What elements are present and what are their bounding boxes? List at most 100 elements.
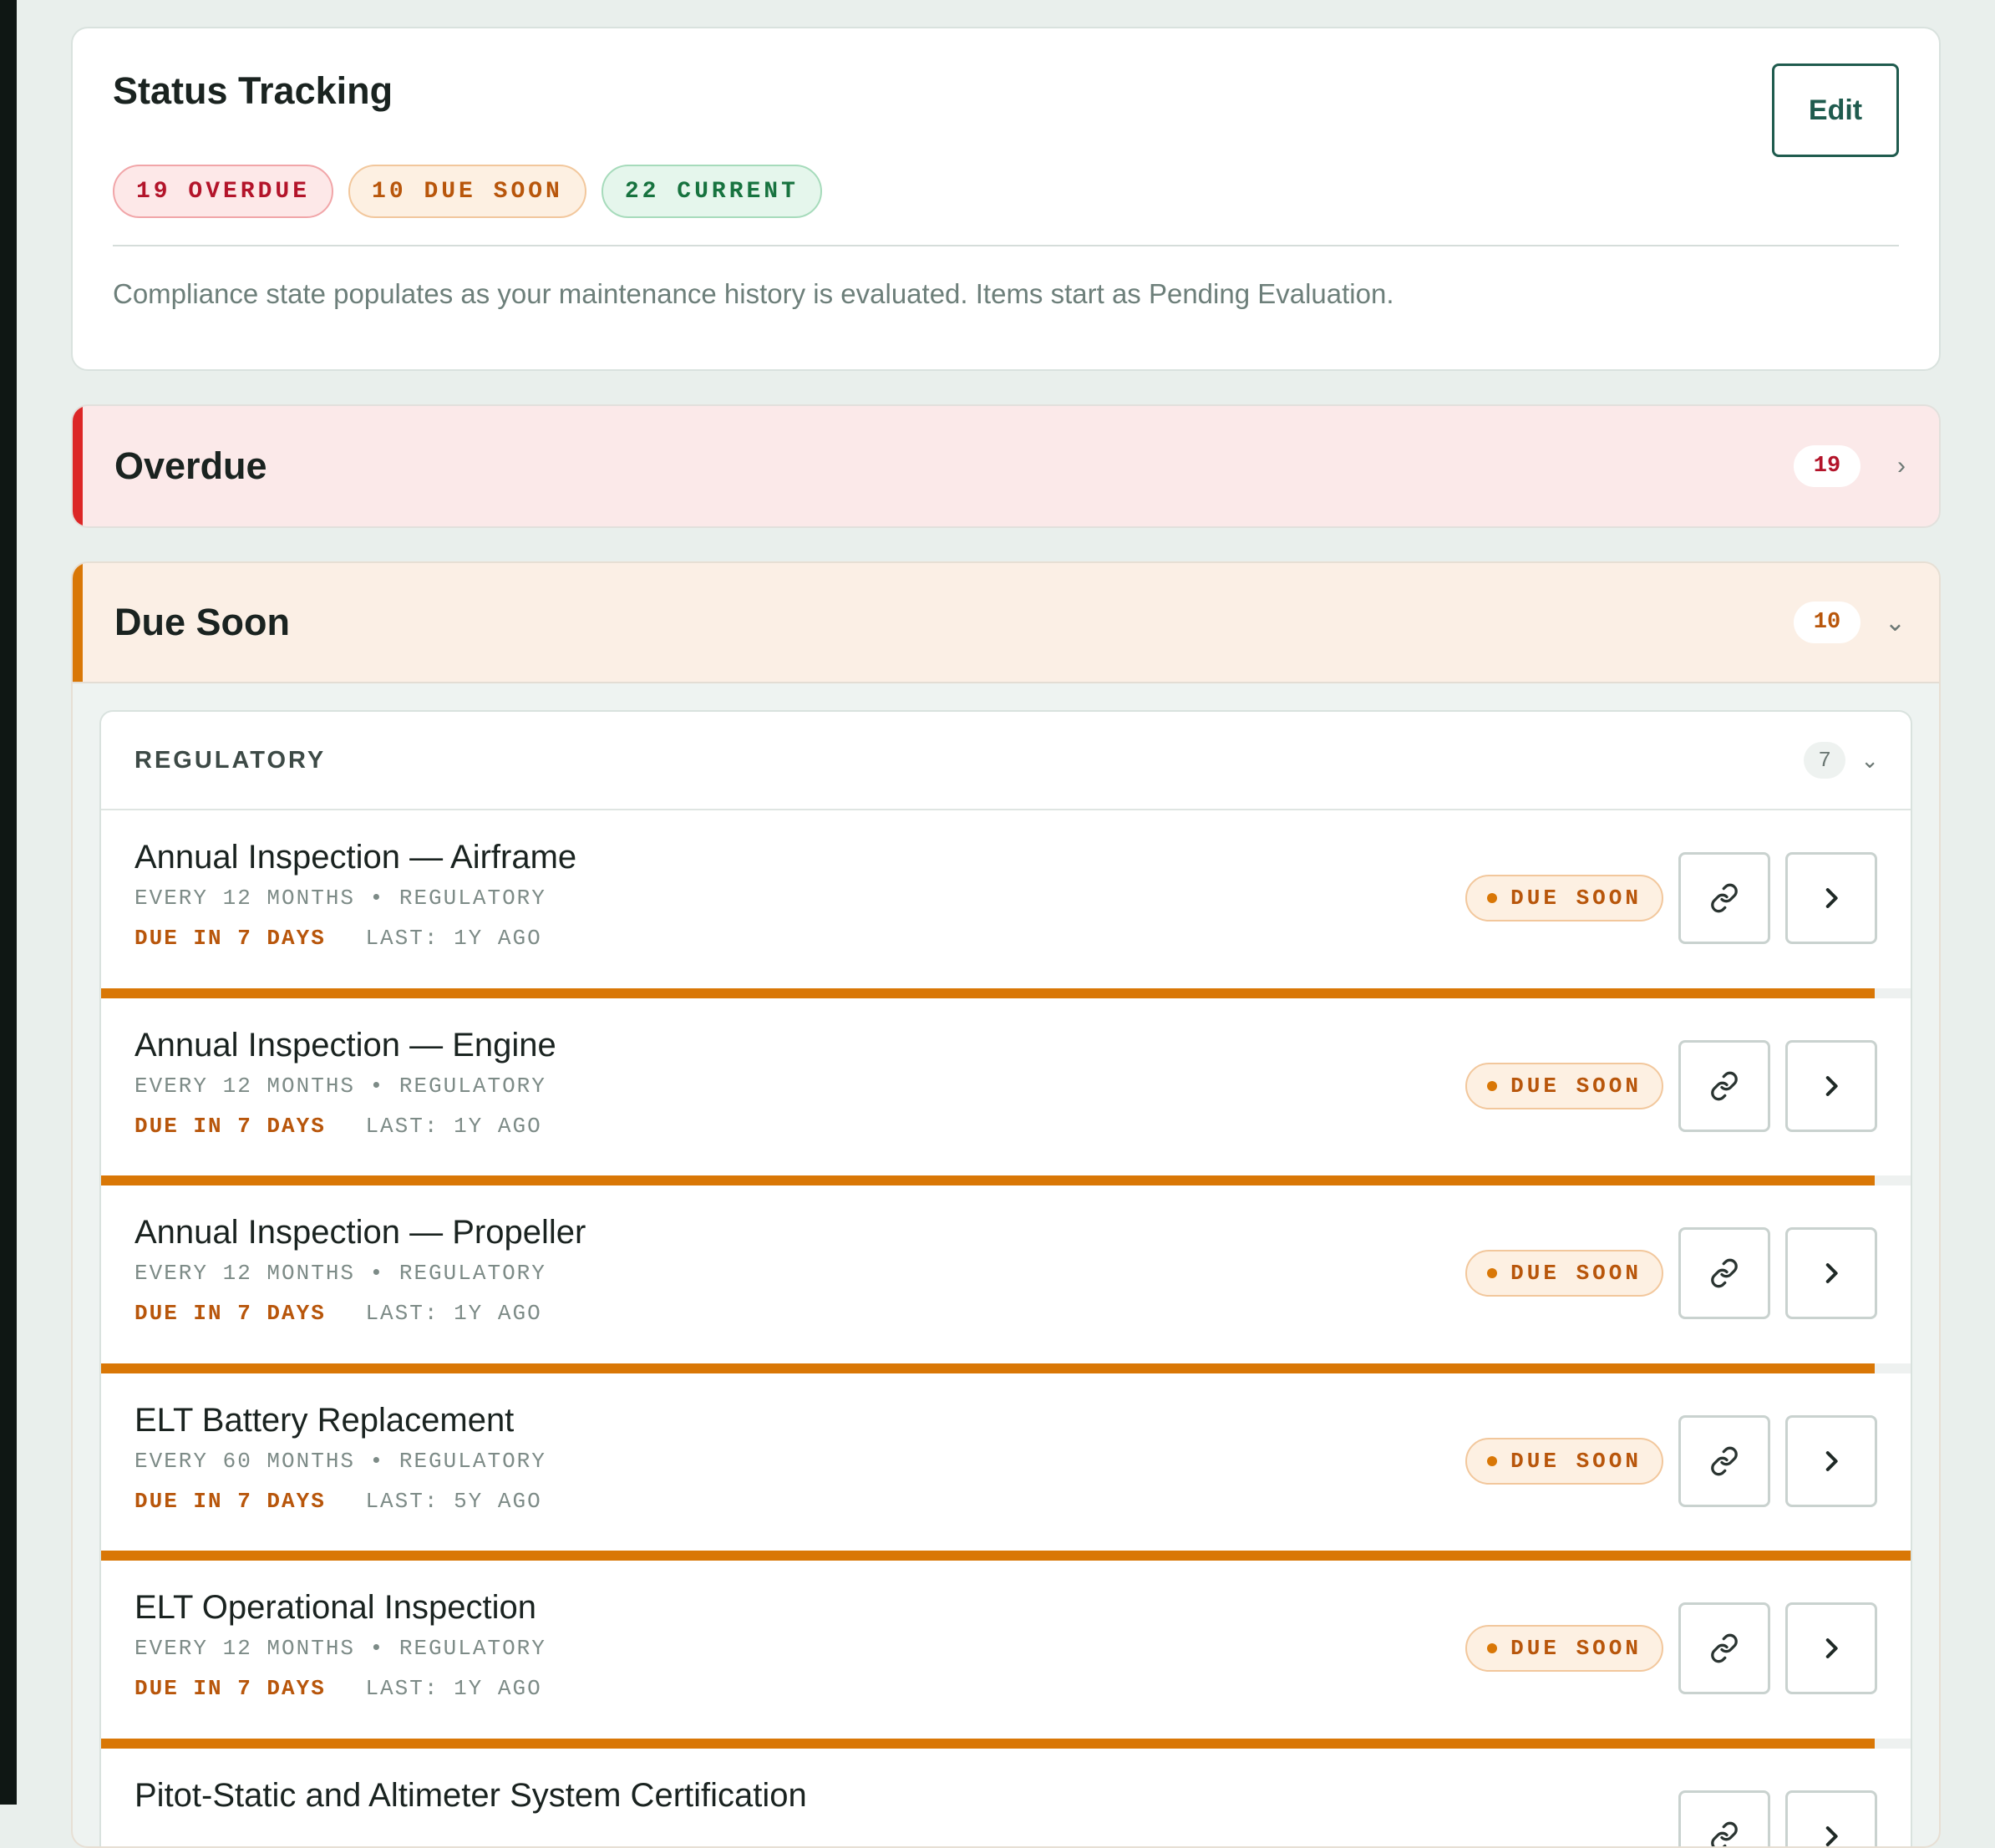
window-edge [0, 0, 17, 1805]
divider [113, 245, 1899, 246]
status-badge-label: DUE SOON [1510, 1261, 1642, 1286]
progress-track [101, 1363, 1911, 1373]
progress-fill [101, 987, 1875, 998]
open-item-button[interactable] [1785, 1414, 1877, 1507]
group-title: REGULATORY [135, 746, 327, 774]
progress-fill [101, 1363, 1875, 1373]
item-due: DUE IN 7 DAYS [135, 1676, 326, 1701]
item-due: DUE IN 7 DAYS [135, 926, 326, 951]
progress-track [101, 1551, 1911, 1561]
due-soon-pill[interactable]: 10 DUE SOON [348, 165, 586, 218]
progress-fill [101, 1551, 1911, 1561]
overdue-section-title: Overdue [114, 444, 267, 487]
overdue-section-header[interactable]: Overdue 19 › [73, 406, 1939, 526]
list-item[interactable]: Annual Inspection — Airframe EVERY 12 MO… [101, 810, 1911, 998]
due-soon-accent-bar [73, 563, 83, 682]
item-title: Pitot-Static and Altimeter System Certif… [135, 1776, 807, 1814]
status-badge-label: DUE SOON [1510, 1073, 1642, 1099]
item-last: LAST: 1Y AGO [365, 1113, 542, 1139]
edit-button[interactable]: Edit [1772, 63, 1899, 157]
status-dot [1487, 893, 1498, 903]
open-item-button[interactable] [1785, 1039, 1877, 1132]
link-button[interactable] [1678, 1602, 1770, 1694]
progress-track [101, 987, 1911, 998]
item-due: DUE IN 7 DAYS [135, 1488, 326, 1514]
current-pill[interactable]: 22 CURRENT [601, 165, 822, 218]
progress-track [101, 1738, 1911, 1749]
status-dot [1487, 1643, 1498, 1653]
item-due: DUE IN 7 DAYS [135, 1113, 326, 1139]
link-icon [1711, 1071, 1738, 1100]
status-badge-label: DUE SOON [1510, 1636, 1642, 1661]
list-item[interactable]: Annual Inspection — Propeller EVERY 12 M… [101, 1185, 1911, 1373]
item-actions: DUE SOON [1465, 1227, 1877, 1319]
link-icon [1711, 1633, 1738, 1663]
due-soon-count-badge: 10 [1794, 602, 1860, 643]
overdue-accent-bar [73, 406, 83, 526]
chevron-right-icon [1825, 1450, 1838, 1471]
chevron-down-icon[interactable]: ⌄ [1860, 748, 1879, 774]
list-item[interactable]: Pitot-Static and Altimeter System Certif… [101, 1749, 1911, 1846]
page: Status Tracking Edit 19 OVERDUE 10 DUE S… [71, 27, 1941, 1848]
item-list: Annual Inspection — Airframe EVERY 12 MO… [101, 810, 1911, 1846]
link-icon [1711, 883, 1738, 913]
chevron-right-icon [1825, 1263, 1838, 1283]
link-button[interactable] [1678, 1790, 1770, 1846]
chevron-right-icon [1825, 1825, 1838, 1846]
item-last: LAST: 1Y AGO [365, 1676, 542, 1701]
group-count-badge: 7 [1804, 742, 1846, 779]
chevron-right-icon [1825, 1075, 1838, 1096]
item-last: LAST: 1Y AGO [365, 926, 542, 951]
status-badge: DUE SOON [1465, 875, 1663, 921]
status-badge: DUE SOON [1465, 1062, 1663, 1109]
open-item-button[interactable] [1785, 852, 1877, 944]
status-dot [1487, 1268, 1498, 1278]
item-last: LAST: 5Y AGO [365, 1488, 542, 1514]
item-actions: DUE SOON [1465, 1414, 1877, 1507]
item-actions: DUE SOON [1465, 1602, 1877, 1694]
status-description: Compliance state populates as your maint… [113, 278, 1394, 309]
open-item-button[interactable] [1785, 1602, 1877, 1694]
link-icon [1711, 1258, 1738, 1288]
open-item-button[interactable] [1785, 1227, 1877, 1319]
status-badge: DUE SOON [1465, 1437, 1663, 1485]
overdue-count-badge: 19 [1794, 445, 1860, 487]
status-dot [1487, 1455, 1498, 1466]
chevron-right-icon[interactable]: › [1872, 452, 1906, 480]
open-item-button[interactable] [1785, 1790, 1877, 1846]
status-pills: 19 OVERDUE 10 DUE SOON 22 CURRENT [113, 165, 1899, 218]
regulatory-group-header[interactable]: REGULATORY 7 ⌄ [101, 712, 1911, 810]
chevron-down-icon[interactable]: ⌄ [1872, 608, 1906, 637]
chevron-right-icon [1825, 888, 1838, 908]
progress-track [101, 1175, 1911, 1185]
overdue-section: Overdue 19 › [71, 404, 1941, 528]
progress-fill [101, 1738, 1875, 1749]
link-button[interactable] [1678, 1414, 1770, 1507]
status-badge-label: DUE SOON [1510, 1448, 1642, 1474]
item-last: LAST: 1Y AGO [365, 1301, 542, 1326]
link-icon [1711, 1821, 1738, 1846]
due-soon-section-title: Due Soon [114, 601, 290, 643]
list-item[interactable]: ELT Operational Inspection EVERY 12 MONT… [101, 1561, 1911, 1749]
overdue-pill[interactable]: 19 OVERDUE [113, 165, 334, 218]
list-item[interactable]: ELT Battery Replacement EVERY 60 MONTHS … [101, 1373, 1911, 1561]
status-dot [1487, 1080, 1498, 1091]
item-due: DUE IN 7 DAYS [135, 1301, 326, 1326]
item-actions: DUE SOON [1465, 1039, 1877, 1132]
item-actions [1678, 1790, 1877, 1846]
link-button[interactable] [1678, 852, 1770, 944]
progress-fill [101, 1175, 1875, 1185]
link-button[interactable] [1678, 1039, 1770, 1132]
status-badge: DUE SOON [1465, 1625, 1663, 1672]
status-badge-label: DUE SOON [1510, 886, 1642, 911]
item-actions: DUE SOON [1465, 852, 1877, 944]
status-badge: DUE SOON [1465, 1250, 1663, 1297]
due-soon-section: Due Soon 10 ⌄ REGULATORY 7 ⌄ Annual Insp… [71, 561, 1941, 1848]
list-item[interactable]: Annual Inspection — Engine EVERY 12 MONT… [101, 998, 1911, 1185]
due-soon-section-header[interactable]: Due Soon 10 ⌄ [73, 563, 1939, 683]
status-tracking-card: Status Tracking Edit 19 OVERDUE 10 DUE S… [71, 27, 1941, 371]
regulatory-group: REGULATORY 7 ⌄ Annual Inspection — Airfr… [99, 710, 1912, 1846]
link-button[interactable] [1678, 1227, 1770, 1319]
link-icon [1711, 1446, 1738, 1475]
chevron-right-icon [1825, 1638, 1838, 1658]
